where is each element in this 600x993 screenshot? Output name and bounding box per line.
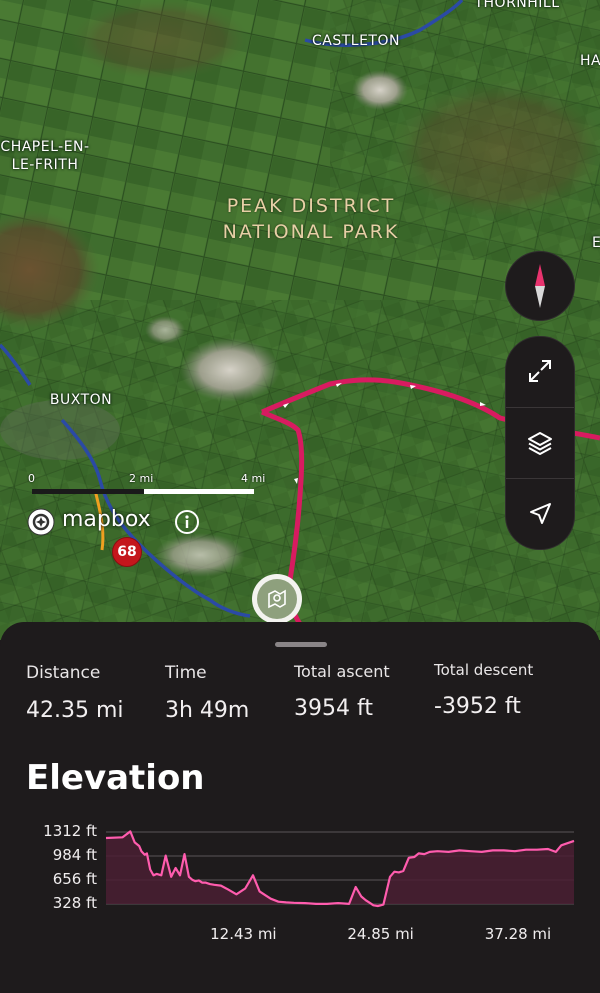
control-divider xyxy=(506,407,574,408)
time-value: 3h 49m xyxy=(165,698,250,723)
descent-value: -3952 ft xyxy=(434,694,521,719)
route-details-sheet[interactable]: Distance 42.35 mi Time 3h 49m Total asce… xyxy=(0,622,600,993)
mapbox-logo-icon[interactable] xyxy=(26,507,56,537)
place-label-buxton: BUXTON xyxy=(49,392,113,408)
road-shield: 68 xyxy=(112,537,142,567)
compass-icon xyxy=(528,262,552,310)
map-view[interactable]: THORNHILL CASTLETON HA CHAPEL-EN- LE-FRI… xyxy=(0,0,600,640)
control-divider xyxy=(506,478,574,479)
info-icon[interactable] xyxy=(174,509,200,535)
descent-label: Total descent xyxy=(434,661,534,679)
time-label: Time xyxy=(165,663,207,683)
ascent-label: Total ascent xyxy=(294,662,390,681)
scale-bar-light-segment xyxy=(144,489,254,494)
scale-label-start: 0 xyxy=(28,472,35,485)
layers-icon xyxy=(528,432,552,455)
distance-label: Distance xyxy=(26,663,101,683)
place-label-castleton: CASTLETON xyxy=(312,33,400,49)
map-controls xyxy=(505,336,575,550)
ascent-value: 3954 ft xyxy=(294,696,373,721)
compass-button[interactable] xyxy=(505,251,575,321)
elevation-chart[interactable]: 1312 ft 984 ft 656 ft 328 ft 12.43 mi 24.85 … xyxy=(0,812,600,952)
place-label-chapel-line2: LE-FRITH xyxy=(11,157,79,173)
expand-button[interactable] xyxy=(506,337,574,405)
place-label-chapel-en-le-frith: CHAPEL-EN- LE-FRITH xyxy=(0,138,90,174)
scale-label-mid: 2 mi xyxy=(129,472,154,485)
place-label-ha: HA xyxy=(580,53,600,69)
distance-value: 42.35 mi xyxy=(26,698,124,723)
park-label: PEAK DISTRICT NATIONAL PARK xyxy=(180,193,442,245)
park-label-line2: NATIONAL PARK xyxy=(222,221,400,243)
place-label-thornhill: THORNHILL xyxy=(474,0,560,11)
poi-marker[interactable] xyxy=(252,574,302,624)
mapbox-wordmark: mapbox xyxy=(62,507,151,532)
layers-button[interactable] xyxy=(506,409,574,477)
expand-icon xyxy=(529,360,551,382)
sheet-drag-handle[interactable] xyxy=(275,642,327,647)
elevation-plot xyxy=(105,830,575,908)
park-label-line1: PEAK DISTRICT xyxy=(226,195,396,217)
scale-bar-dark-segment xyxy=(32,489,144,494)
scale-label-end: 4 mi xyxy=(241,472,266,485)
navigation-arrow-icon xyxy=(530,503,551,524)
place-label-chapel-line1: CHAPEL-EN- xyxy=(0,139,90,155)
elevation-title: Elevation xyxy=(26,758,205,798)
place-label-e: E xyxy=(592,235,600,251)
poi-marker-icon xyxy=(257,579,297,619)
locate-button[interactable] xyxy=(506,480,574,548)
